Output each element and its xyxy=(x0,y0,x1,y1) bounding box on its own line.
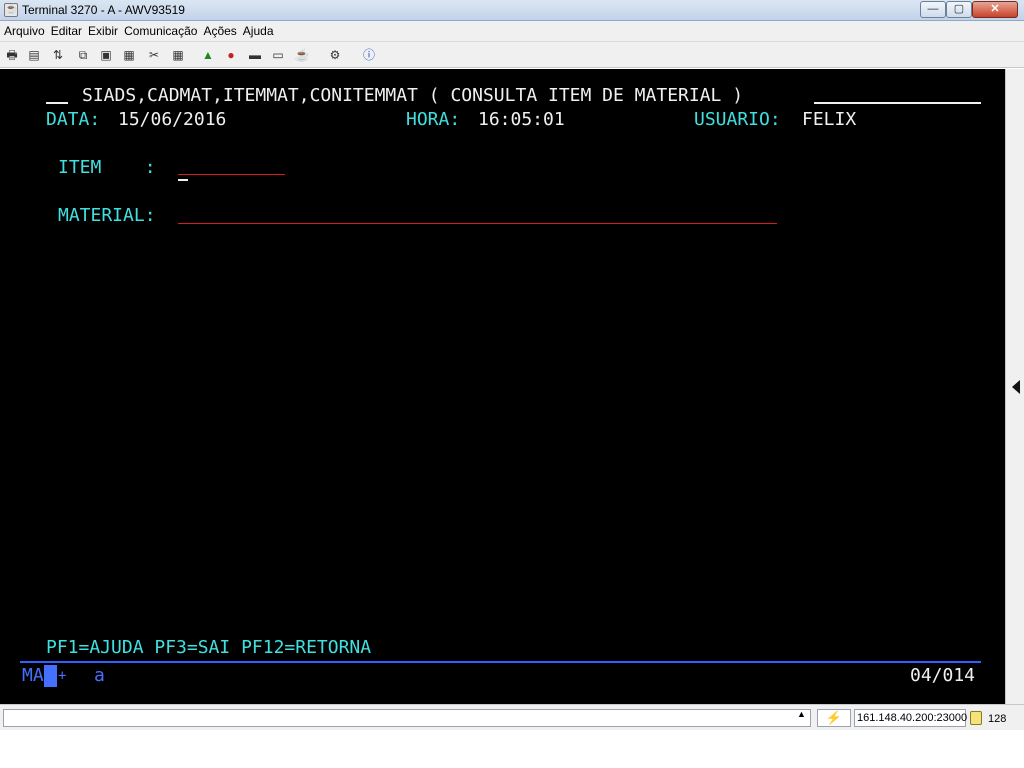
hora-label: HORA: xyxy=(406,109,461,130)
menu-ajuda[interactable]: Ajuda xyxy=(243,24,274,38)
copy-icon[interactable]: ⧉ xyxy=(75,47,91,63)
settings-icon[interactable]: ⚙ xyxy=(327,47,343,63)
menu-acoes[interactable]: Ações xyxy=(203,24,236,38)
toolbar: 🖶 ▤ ⇅ ⧉ ▣ ▦ ✂ ▦ ▲ ● ▬ ▭ ☕ ⚙ ⓘ xyxy=(0,42,1024,68)
oia-indicator-block xyxy=(44,665,57,687)
usuario-label: USUARIO: xyxy=(694,109,781,130)
menu-editar[interactable]: Editar xyxy=(51,24,82,38)
oia-mode: MA xyxy=(22,665,44,686)
maximize-button[interactable]: ▢ xyxy=(946,1,972,18)
help-icon[interactable]: ⓘ xyxy=(361,47,377,63)
menu-exibir[interactable]: Exibir xyxy=(88,24,118,38)
status-message-field xyxy=(3,709,811,727)
pf-keys-legend: PF1=AJUDA PF3=SAI PF12=RETORNA xyxy=(46,637,372,658)
menu-bar: Arquivo Editar Exibir Comunicação Ações … xyxy=(0,21,1024,42)
title-rule-left xyxy=(46,102,68,104)
status-bar: ▲ ⚡ 161.148.40.200:23000 128 xyxy=(0,704,1024,730)
item-label: ITEM : xyxy=(58,157,156,178)
record-icon[interactable]: ▲ xyxy=(200,47,216,63)
host-address: 161.148.40.200:23000 xyxy=(854,709,967,727)
title-rule-right xyxy=(814,102,981,104)
connection-icon: ⚡ xyxy=(817,709,851,727)
material-input[interactable] xyxy=(178,223,777,224)
window-title: Terminal 3270 - A - AWV93519 xyxy=(22,3,185,17)
expand-panel-arrow-icon[interactable] xyxy=(1012,380,1020,394)
item-input[interactable] xyxy=(178,174,285,175)
play-icon[interactable]: ▬ xyxy=(247,47,263,63)
status-number: 128 xyxy=(988,713,1007,725)
close-button[interactable]: ✕ xyxy=(972,1,1018,18)
title-bar: ☕ Terminal 3270 - A - AWV93519 — ▢ ✕ xyxy=(0,0,1024,21)
text-cursor xyxy=(178,179,188,181)
transfer-icon[interactable]: ⇅ xyxy=(50,47,66,63)
status-caret-up-icon[interactable]: ▲ xyxy=(797,709,806,719)
screen-title: SIADS,CADMAT,ITEMMAT,CONITEMMAT ( CONSUL… xyxy=(82,85,744,106)
terminal-screen[interactable]: SIADS,CADMAT,ITEMMAT,CONITEMMAT ( CONSUL… xyxy=(0,69,1005,704)
cursor-position: 04/014 xyxy=(910,665,976,686)
java-app-icon: ☕ xyxy=(4,3,18,17)
data-value: 15/06/2016 xyxy=(118,109,227,130)
material-label: MATERIAL: xyxy=(58,205,156,226)
oia-insert-indicator: + xyxy=(58,668,67,684)
lock-icon xyxy=(970,711,982,725)
tools-icon[interactable]: ☕ xyxy=(294,47,310,63)
paste-special-icon[interactable]: ▦ xyxy=(121,47,137,63)
stop-icon[interactable]: ● xyxy=(223,47,239,63)
keyboard-icon[interactable]: ▭ xyxy=(270,47,286,63)
data-label: DATA: xyxy=(46,109,101,130)
minimize-button[interactable]: — xyxy=(920,1,946,18)
oia-input-char: a xyxy=(94,665,105,686)
menu-arquivo[interactable]: Arquivo xyxy=(4,24,45,38)
usuario-value: FELIX xyxy=(802,109,857,130)
macro-icon[interactable]: ✂ xyxy=(146,47,162,63)
hora-value: 16:05:01 xyxy=(478,109,565,130)
oia-divider xyxy=(20,661,981,663)
keypad-icon[interactable]: ▦ xyxy=(170,47,186,63)
print-screen-icon[interactable]: ▤ xyxy=(26,47,42,63)
paste-icon[interactable]: ▣ xyxy=(98,47,114,63)
print-icon[interactable]: 🖶 xyxy=(4,47,20,63)
menu-comunicacao[interactable]: Comunicação xyxy=(124,24,197,38)
